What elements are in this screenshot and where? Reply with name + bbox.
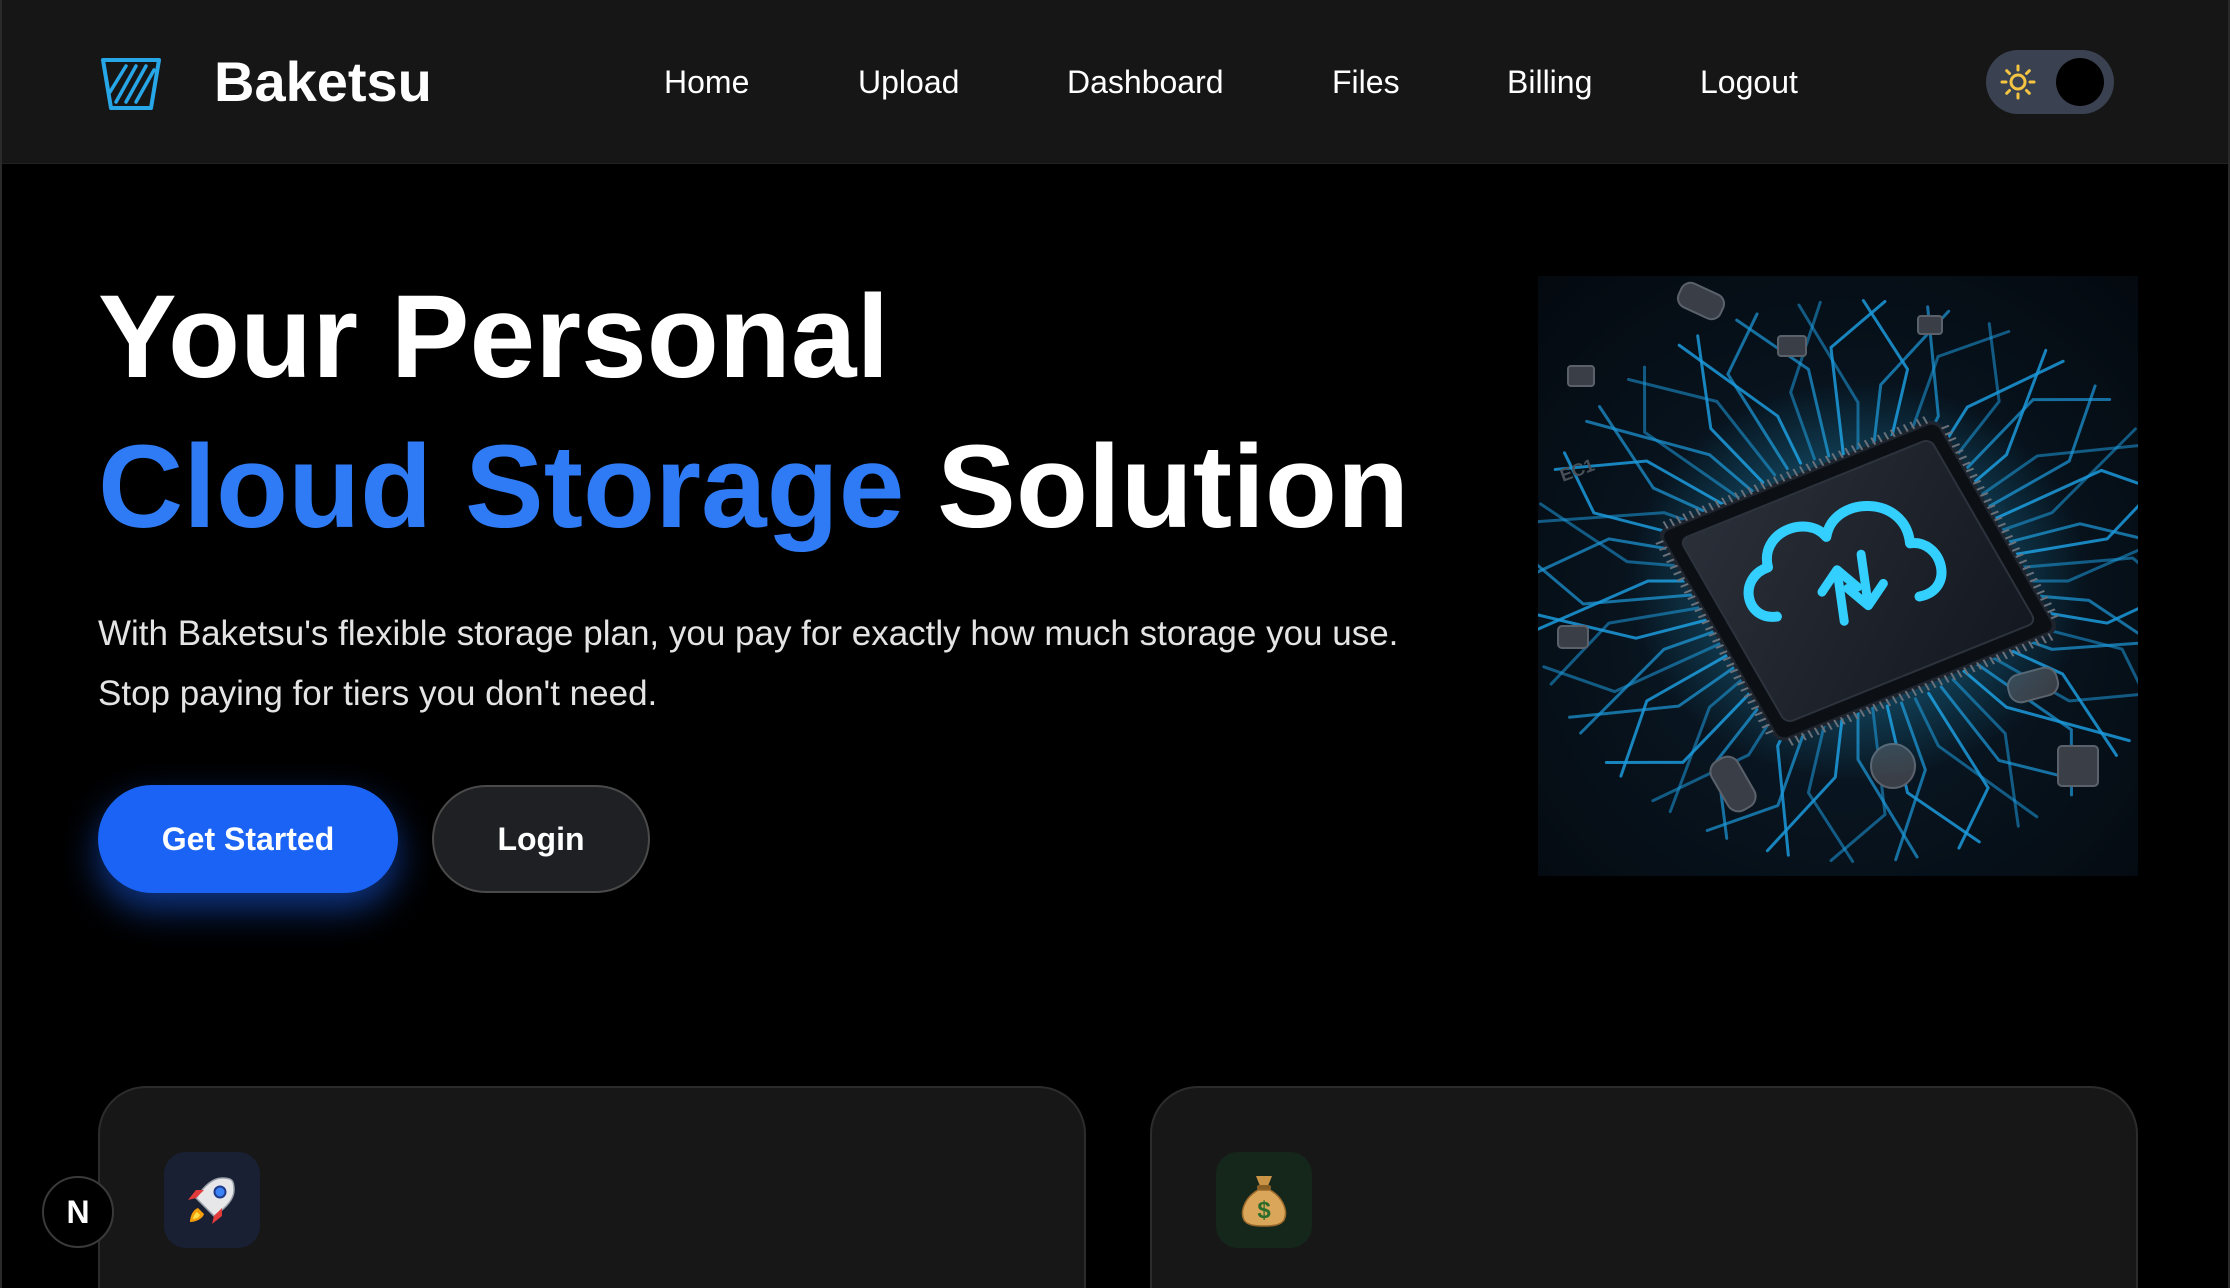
theme-toggle[interactable] — [1986, 50, 2114, 114]
hero-title-line1: Your Personal — [98, 271, 890, 403]
bucket-icon[interactable] — [100, 56, 162, 112]
toggle-knob[interactable] — [2056, 58, 2104, 106]
hero-title: Your Personal Cloud Storage Solution — [98, 262, 1409, 562]
hero-description: With Baketsu's flexible storage plan, yo… — [98, 604, 1518, 724]
hero-image: EC1 — [1538, 276, 2138, 876]
circuit-board-illustration: EC1 — [1538, 281, 2138, 863]
nav-billing[interactable]: Billing — [1507, 60, 1592, 104]
get-started-button[interactable]: Get Started — [98, 785, 398, 893]
rocket-icon — [164, 1152, 260, 1248]
hero-title-rest: Solution — [904, 421, 1410, 553]
app-window: Baketsu Home Upload Dashboard Files Bill… — [0, 0, 2230, 1288]
nav-files[interactable]: Files — [1332, 60, 1400, 104]
sun-icon — [2000, 64, 2036, 100]
feature-card-pricing: $ — [1150, 1086, 2138, 1288]
money-bag-icon: $ — [1216, 1152, 1312, 1248]
nav-dashboard[interactable]: Dashboard — [1067, 60, 1224, 104]
hero-description-line2: Stop paying for tiers you don't need. — [98, 674, 658, 713]
hero-title-accent: Cloud Storage — [98, 421, 905, 553]
feature-card-speed — [98, 1086, 1086, 1288]
nav-logout[interactable]: Logout — [1700, 60, 1798, 104]
top-navbar: Baketsu Home Upload Dashboard Files Bill… — [2, 0, 2228, 164]
nav-home[interactable]: Home — [664, 60, 749, 104]
svg-text:$: $ — [1257, 1197, 1271, 1224]
hero-description-line1: With Baketsu's flexible storage plan, yo… — [98, 614, 1399, 653]
login-button[interactable]: Login — [432, 785, 650, 893]
brand-name[interactable]: Baketsu — [214, 50, 432, 114]
n-badge-button[interactable]: N — [42, 1176, 114, 1248]
nav-upload[interactable]: Upload — [858, 60, 959, 104]
